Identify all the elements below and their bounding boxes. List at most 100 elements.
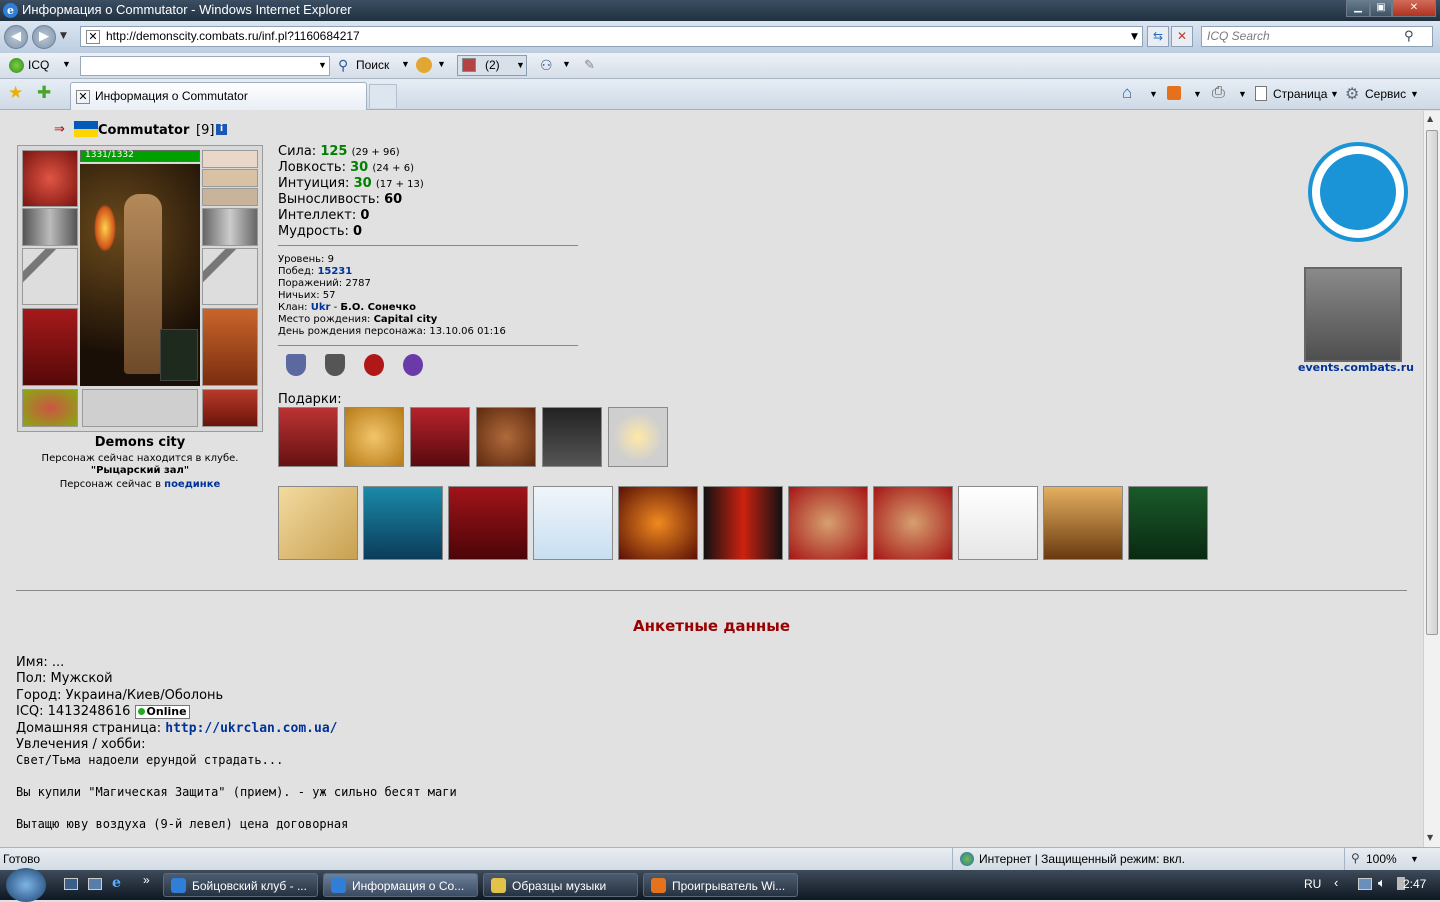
gift-candle[interactable] (608, 407, 668, 467)
combats-logo-icon[interactable] (1308, 142, 1408, 242)
favorites-star-icon[interactable]: ★ (8, 83, 23, 103)
ie-quicklaunch-icon[interactable]: e (112, 875, 121, 891)
print-icon[interactable]: ⎙ (1212, 84, 1225, 102)
back-button[interactable]: ◀ (4, 25, 28, 49)
search-input[interactable]: ICQ Search (1201, 26, 1433, 47)
task-info[interactable]: Информация о Co... (323, 873, 478, 897)
switch-windows-icon[interactable] (88, 878, 102, 890)
service-menu[interactable]: Сервис (1365, 87, 1406, 101)
close-button[interactable]: ✕ (1392, 0, 1436, 17)
maximize-button[interactable]: ▣ (1370, 0, 1392, 17)
card-2[interactable] (363, 486, 443, 560)
home-icon[interactable]: ⌂ (1122, 83, 1132, 103)
card-3[interactable] (448, 486, 528, 560)
badge-shield-icon[interactable] (286, 354, 306, 376)
icq-status-badge[interactable]: Online (134, 705, 190, 720)
icq-dropdown-icon[interactable]: ▼ (62, 59, 71, 69)
zone-text[interactable]: Интернет | Защищенный режим: вкл. (979, 852, 1185, 866)
task-music[interactable]: Образцы музыки (483, 873, 638, 897)
messages-dropdown-icon[interactable]: ▼ (516, 60, 525, 70)
scroll-thumb[interactable] (1426, 130, 1438, 635)
volume-icon[interactable]: 🔈︎ (1378, 875, 1386, 891)
stop-icon[interactable]: ✕ (1171, 26, 1193, 47)
toolbar-search-dropdown-icon[interactable]: ▼ (318, 60, 327, 70)
new-tab-button[interactable] (369, 84, 397, 108)
amulet-item[interactable] (202, 169, 258, 187)
helmet-item[interactable] (22, 150, 78, 207)
zoom-dropdown-icon[interactable]: ▼ (1410, 854, 1419, 864)
card-1[interactable] (278, 486, 358, 560)
left-weapon-item[interactable] (22, 248, 78, 305)
character-name[interactable]: Commutator (98, 123, 189, 138)
scroll-up-icon[interactable]: ▲ (1427, 114, 1433, 123)
bracers-item[interactable] (22, 208, 78, 246)
toolbar-search-button[interactable]: Поиск (356, 58, 389, 72)
scroll-down-icon[interactable]: ▼ (1427, 833, 1433, 842)
legs-item[interactable] (202, 308, 258, 386)
clan-link[interactable]: Ukr (311, 302, 331, 313)
gift-flag[interactable] (410, 407, 470, 467)
tray-expand-icon[interactable]: ‹ (1334, 875, 1338, 890)
gloves-item[interactable] (202, 208, 258, 246)
home-dropdown-icon[interactable]: ▼ (1149, 89, 1158, 99)
battle-link[interactable]: поединке (164, 479, 220, 490)
add-favorites-icon[interactable]: ✚ (37, 83, 51, 103)
badge-castle-icon[interactable] (325, 354, 345, 376)
language-indicator[interactable]: RU (1304, 877, 1321, 891)
page-menu[interactable]: Страница (1273, 87, 1327, 101)
gift-pennant[interactable] (542, 407, 602, 467)
gift-banner[interactable] (278, 407, 338, 467)
smiley-dropdown-icon[interactable]: ▼ (437, 59, 446, 69)
card-8[interactable] (873, 486, 953, 560)
gift-mug[interactable] (476, 407, 536, 467)
earrings-item[interactable] (202, 150, 258, 168)
rings-item[interactable] (202, 188, 258, 206)
refresh-icon[interactable]: ⇆ (1147, 26, 1169, 47)
toolbar-search-field[interactable] (80, 56, 330, 76)
card-11[interactable] (1128, 486, 1208, 560)
url-dropdown-icon[interactable]: ▼ (1131, 32, 1138, 42)
card-5[interactable] (618, 486, 698, 560)
card-9[interactable] (958, 486, 1038, 560)
rss-icon[interactable] (1167, 86, 1181, 100)
badge-emblem-icon[interactable] (403, 354, 423, 376)
history-dropdown-icon[interactable]: ▼ (60, 31, 67, 41)
search-options-icon[interactable]: ▼ (401, 59, 410, 69)
card-6[interactable] (703, 486, 783, 560)
forward-button[interactable]: ▶ (32, 25, 56, 49)
zoom-level[interactable]: 100% (1366, 852, 1397, 866)
network-icon[interactable] (1358, 878, 1372, 890)
page-menu-dropdown-icon[interactable]: ▼ (1330, 89, 1339, 99)
search-icon[interactable]: ⚲ (1404, 29, 1414, 44)
vertical-scrollbar[interactable]: ▲ ▼ (1423, 111, 1440, 847)
service-menu-dropdown-icon[interactable]: ▼ (1410, 89, 1419, 99)
wins-value[interactable]: 15231 (317, 266, 352, 277)
clock[interactable]: 2:47 (1403, 877, 1426, 891)
card-10[interactable] (1043, 486, 1123, 560)
user-dropdown-icon[interactable]: ▼ (562, 59, 571, 69)
events-banner-icon[interactable] (1304, 267, 1402, 362)
smiley-icon[interactable] (416, 57, 432, 73)
right-weapon-item[interactable] (202, 248, 258, 305)
card-4[interactable] (533, 486, 613, 560)
minimize-button[interactable]: ▁ (1346, 0, 1370, 17)
boots-item[interactable] (202, 389, 258, 427)
character-avatar[interactable] (80, 164, 200, 386)
card-7[interactable] (788, 486, 868, 560)
eraser-icon[interactable]: ✎ (584, 57, 595, 73)
info-icon[interactable]: i (216, 124, 227, 135)
task-fight-club[interactable]: Бойцовский клуб - ... (163, 873, 318, 897)
task-media-player[interactable]: Проигрыватель Wi... (643, 873, 798, 897)
events-link[interactable]: events.combats.ru (1298, 361, 1414, 374)
user-icon[interactable]: ⚇ (540, 57, 553, 74)
show-desktop-icon[interactable] (64, 878, 78, 890)
quicklaunch-more-icon[interactable]: » (143, 873, 150, 887)
icq-button[interactable]: ICQ (28, 58, 49, 72)
start-button[interactable] (6, 868, 46, 902)
tab-info[interactable]: ✕ Информация о Commutator (70, 82, 367, 110)
armor-item[interactable] (22, 308, 78, 386)
belt-item[interactable] (22, 389, 78, 427)
homepage-link[interactable]: http://ukrclan.com.ua/ (165, 721, 337, 736)
url-input[interactable]: http://demonscity.combats.ru/inf.pl?1160… (80, 26, 1143, 47)
gift-globe[interactable] (344, 407, 404, 467)
